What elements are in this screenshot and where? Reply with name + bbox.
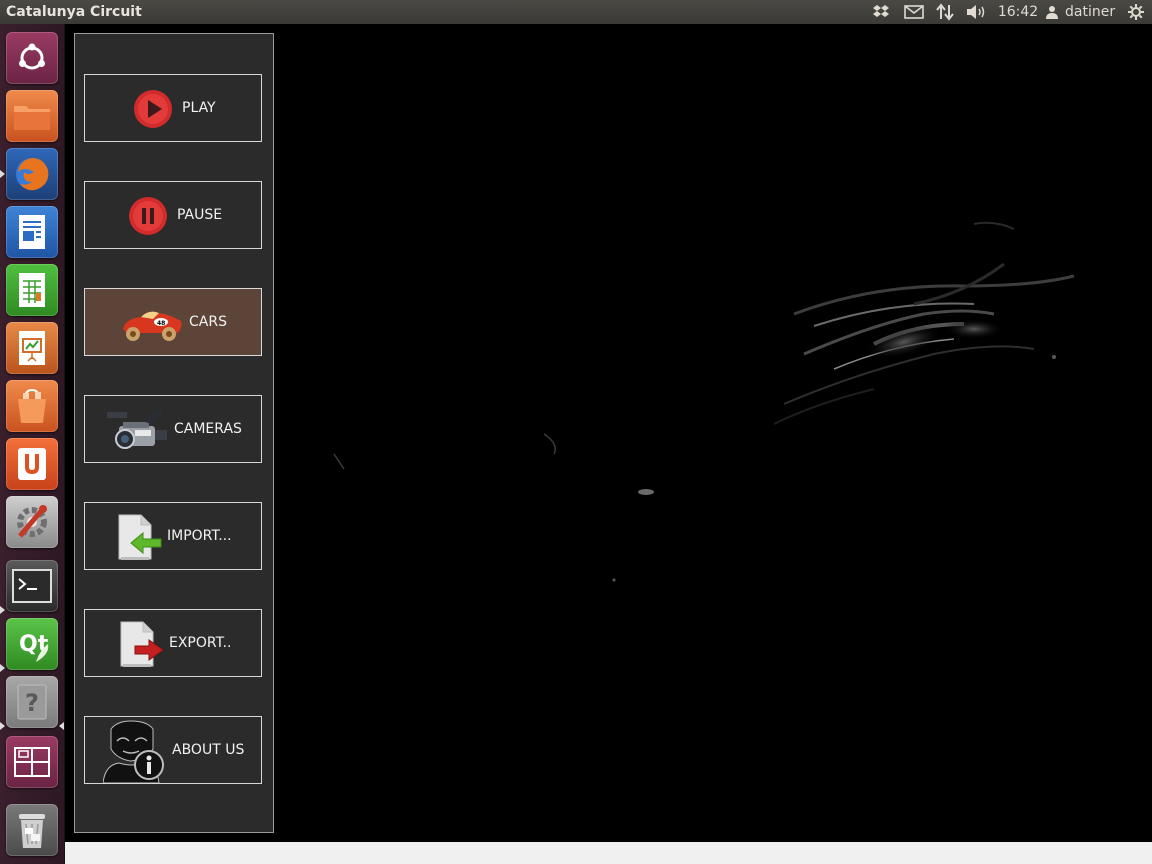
play-button-label: PLAY <box>182 100 216 116</box>
launcher-item-unknown-app[interactable]: ? <box>6 676 58 728</box>
launcher-item-files[interactable] <box>6 90 58 142</box>
user-icon <box>1046 6 1058 19</box>
pause-icon <box>128 196 168 240</box>
scene-viewport[interactable] <box>274 24 1152 842</box>
impress-icon <box>19 331 45 365</box>
folder-icon <box>14 106 50 130</box>
about-us-icon <box>102 719 169 787</box>
workspaces-icon <box>14 747 50 777</box>
launcher-item-software-center[interactable] <box>6 380 58 432</box>
focused-indicator <box>59 722 64 730</box>
cameras-button-label: CAMERAS <box>174 421 242 437</box>
launcher-item-terminal[interactable] <box>6 560 58 612</box>
status-strip <box>65 842 1152 864</box>
mail-icon[interactable] <box>902 0 926 24</box>
running-indicator <box>0 664 5 672</box>
launcher-item-writer[interactable] <box>6 206 58 258</box>
running-indicator <box>0 722 5 730</box>
launcher-item-qt-creator[interactable]: Qt <box>6 618 58 670</box>
svg-text:48: 48 <box>157 320 165 327</box>
launcher-item-workspace-switcher[interactable] <box>6 736 58 788</box>
pause-button-label: PAUSE <box>177 207 223 223</box>
launcher-item-impress[interactable] <box>6 322 58 374</box>
calc-icon <box>19 273 45 307</box>
svg-text:?: ? <box>25 689 39 717</box>
terminal-icon <box>12 569 52 603</box>
user-name: datiner <box>1065 4 1116 20</box>
launcher-item-calc[interactable] <box>6 264 58 316</box>
qt-icon: Qt <box>19 632 49 662</box>
volume-icon[interactable] <box>964 0 990 24</box>
launcher-item-system-settings[interactable] <box>6 496 58 548</box>
launcher-item-dash[interactable] <box>6 32 58 84</box>
running-indicator <box>0 606 5 614</box>
firefox-icon <box>16 158 49 191</box>
car-silhouette-render <box>333 221 1075 582</box>
launcher-item-ubuntu-one[interactable] <box>6 438 58 490</box>
power-icon[interactable] <box>1125 0 1147 24</box>
export-file-icon <box>119 620 167 672</box>
play-icon <box>133 89 173 133</box>
cars-button[interactable]: 48 CARS <box>84 288 262 356</box>
import-button[interactable]: IMPORT... <box>84 502 262 570</box>
top-panel: Catalunya Circuit 16:42 datiner <box>0 0 1152 24</box>
shopping-bag-icon <box>18 388 46 423</box>
ubuntu-one-icon <box>18 448 46 480</box>
trash-icon <box>19 814 45 848</box>
window-title: Catalunya Circuit <box>6 4 142 20</box>
video-camera-icon <box>105 404 171 460</box>
launcher: Qt ? <box>0 24 65 864</box>
export-button[interactable]: EXPORT.. <box>84 609 262 677</box>
export-button-label: EXPORT.. <box>169 635 232 651</box>
cars-button-label: CARS <box>189 314 227 330</box>
launcher-item-firefox[interactable] <box>6 148 58 200</box>
writer-icon <box>19 215 45 249</box>
settings-icon <box>17 505 47 538</box>
main-menu-panel: PLAY PAUSE 48 CARS CAMERAS IMPORT... EXP… <box>74 33 274 833</box>
dropbox-icon[interactable] <box>870 0 892 24</box>
race-car-icon: 48 <box>119 305 185 349</box>
question-icon: ? <box>17 684 47 720</box>
import-button-label: IMPORT... <box>167 528 232 544</box>
about-us-button-label: ABOUT US <box>172 742 245 758</box>
cameras-button[interactable]: CAMERAS <box>84 395 262 463</box>
network-icon[interactable] <box>934 0 956 24</box>
user-menu[interactable]: datiner <box>1045 0 1117 24</box>
pause-button[interactable]: PAUSE <box>84 181 262 249</box>
clock[interactable]: 16:42 <box>997 0 1039 24</box>
import-file-icon <box>115 513 163 565</box>
play-button[interactable]: PLAY <box>84 74 262 142</box>
ubuntu-logo-icon <box>19 43 45 70</box>
about-us-button[interactable]: ABOUT US <box>84 716 262 784</box>
running-indicator <box>0 170 5 178</box>
launcher-item-trash[interactable] <box>6 804 58 856</box>
